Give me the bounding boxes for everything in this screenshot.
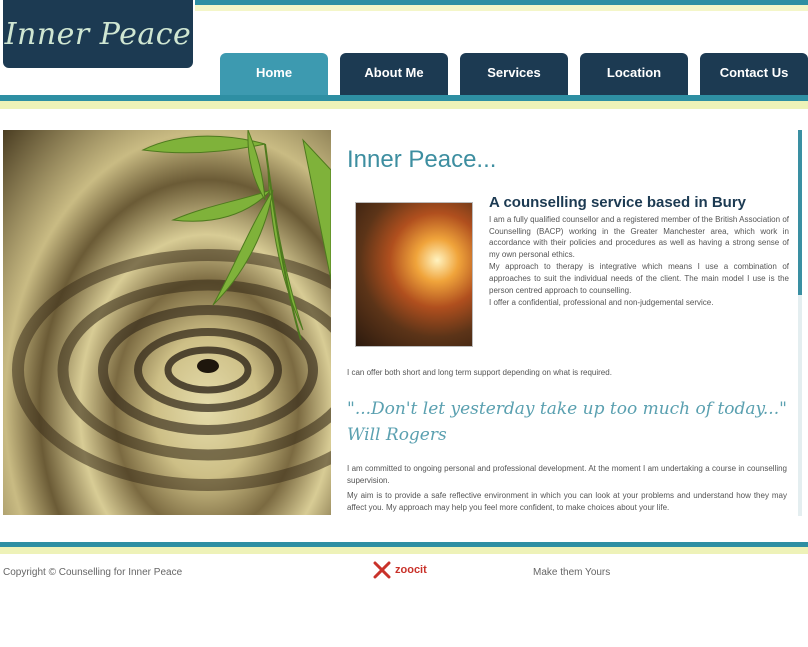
logo-text: Inner Peace — [4, 16, 192, 52]
hero-image-water-ripple — [3, 130, 331, 515]
feature-photo — [355, 202, 473, 347]
nav-tab-services[interactable]: Services — [460, 53, 568, 95]
nav-band-yellow — [0, 101, 808, 109]
nav-tab-location[interactable]: Location — [580, 53, 688, 95]
page-title: Inner Peace... — [347, 146, 497, 173]
footer-link[interactable]: Make them Yours — [533, 567, 610, 578]
content-scrollbar-thumb[interactable] — [798, 130, 802, 295]
site-logo[interactable]: Inner Peace — [3, 0, 193, 68]
nav-tab-home[interactable]: Home — [220, 53, 328, 95]
paragraph: I am committed to ongoing personal and p… — [347, 464, 787, 485]
nav-tab-label: Home — [255, 64, 293, 80]
paragraph: My approach to therapy is integrative wh… — [489, 262, 789, 295]
main-navigation: Home About Me Services Location Contact … — [220, 53, 808, 95]
nav-tab-contact-us[interactable]: Contact Us — [700, 53, 808, 95]
paragraph-wide: I can offer both short and long term sup… — [347, 368, 612, 377]
water-drop — [197, 359, 219, 373]
paragraph: My aim is to provide a safe reflective e… — [347, 491, 787, 512]
header-top-stripe-yellow — [195, 5, 808, 11]
footer-copyright: Copyright © Counselling for Inner Peace — [3, 567, 183, 578]
nav-tab-label: Location — [606, 64, 662, 80]
paragraph: I offer a confidential, professional and… — [489, 298, 714, 308]
page: Inner Peace Home About Me Services Locat… — [0, 0, 808, 647]
footer-band-yellow — [0, 547, 808, 554]
nav-tab-label: About Me — [364, 64, 424, 80]
nav-tab-about-me[interactable]: About Me — [340, 53, 448, 95]
nav-tab-label: Services — [487, 64, 541, 80]
nav-tab-label: Contact Us — [719, 64, 789, 80]
footer-badge[interactable]: zoocit — [372, 560, 427, 580]
badge-label: zoocit — [395, 564, 427, 576]
intro-text: I am a fully qualified counsellor and a … — [489, 214, 789, 310]
x-logo-icon — [373, 561, 391, 579]
paragraph: I am a fully qualified counsellor and a … — [489, 215, 789, 259]
section-heading: A counselling service based in Bury — [489, 194, 747, 211]
main-content: Inner Peace... A counselling service bas… — [343, 130, 793, 516]
quote: "...Don't let yesterday take up too much… — [347, 399, 787, 445]
hero-illustration — [12, 130, 331, 491]
